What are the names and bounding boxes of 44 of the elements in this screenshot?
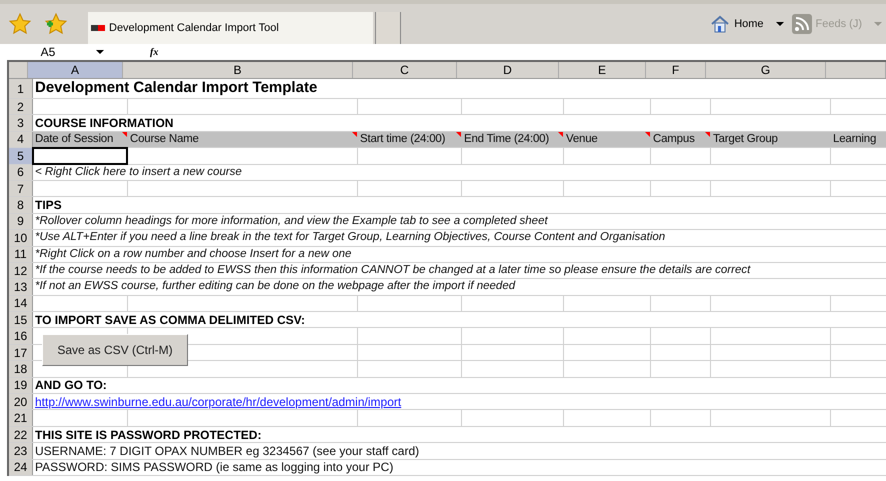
- column-header[interactable]: A: [70, 61, 79, 79]
- column-heading: Campus: [653, 132, 695, 147]
- column-heading: End Time (24:00): [464, 132, 550, 147]
- column-header[interactable]: G: [760, 61, 770, 79]
- cell-text: THIS SITE IS PASSWORD PROTECTED:: [35, 426, 262, 442]
- function-label[interactable]: fx: [150, 44, 158, 60]
- cell-text: *If the course needs to be added to EWSS then this information CANNOT be changed at a later time so please ensure the details are correct: [35, 262, 750, 278]
- cell-text: *Rollover column headings for more information, and view the Example tab to see a completed sheet: [35, 214, 548, 229]
- column-header[interactable]: B: [233, 61, 242, 79]
- cell-text: *Right Click on a row number and choose Insert for a new one: [35, 246, 352, 262]
- column-header[interactable]: D: [503, 61, 512, 79]
- selected-cell[interactable]: [32, 147, 128, 165]
- feed-icon[interactable]: [792, 14, 812, 34]
- cell-text: *If not an EWSS course, further editing can be done on the webpage after the import if needed: [35, 279, 516, 294]
- cell-text: TIPS: [35, 197, 62, 213]
- column-header[interactable]: F: [672, 61, 680, 79]
- import-link[interactable]: http://www.swinburne.edu.au/corporate/hr/development/admin/import: [35, 394, 402, 410]
- cell-text: TO IMPORT SAVE AS COMMA DELIMITED CSV:: [35, 312, 306, 328]
- site-icon: [91, 25, 105, 31]
- cell-text: < Right Click here to insert a new course: [35, 164, 242, 180]
- column-heading: Start time (24:00): [360, 132, 446, 147]
- caret-icon[interactable]: [776, 22, 784, 26]
- column-header[interactable]: C: [400, 61, 409, 79]
- column-heading: Target Group: [713, 132, 778, 147]
- column-heading: Course Name: [130, 132, 199, 147]
- browser-tab[interactable]: Development Calendar Import Tool: [88, 12, 373, 44]
- column-heading: Date of Session: [35, 132, 114, 147]
- tab-title: Development Calendar Import Tool: [109, 20, 279, 36]
- column-heading: Learning: [833, 132, 876, 147]
- cell-text: *Use ALT+Enter if you need a line break in the text for Target Group, Learning Objectives, Course Content and Organisation: [35, 230, 666, 246]
- cell-text: AND GO TO:: [35, 378, 107, 394]
- home-icon[interactable]: [710, 14, 730, 34]
- new-tab-button[interactable]: [375, 12, 401, 44]
- cell-text: USERNAME: 7 DIGIT OPAX NUMBER eg 3234567 (see your staff card): [35, 443, 420, 459]
- home-link[interactable]: Home: [734, 16, 764, 32]
- cell-text: COURSE INFORMATION: [35, 115, 174, 131]
- column-heading: Venue: [566, 132, 598, 147]
- cell-text: Development Calendar Import Template: [35, 79, 318, 98]
- save-csv-button[interactable]: Save as CSV (Ctrl-M): [42, 334, 188, 366]
- caret-icon[interactable]: [96, 50, 104, 54]
- star-add-icon[interactable]: [44, 12, 68, 36]
- star-icon[interactable]: [8, 12, 32, 36]
- column-header[interactable]: E: [598, 61, 606, 79]
- cell-text: PASSWORD: SIMS PASSWORD (ie same as logging into your PC): [35, 460, 394, 475]
